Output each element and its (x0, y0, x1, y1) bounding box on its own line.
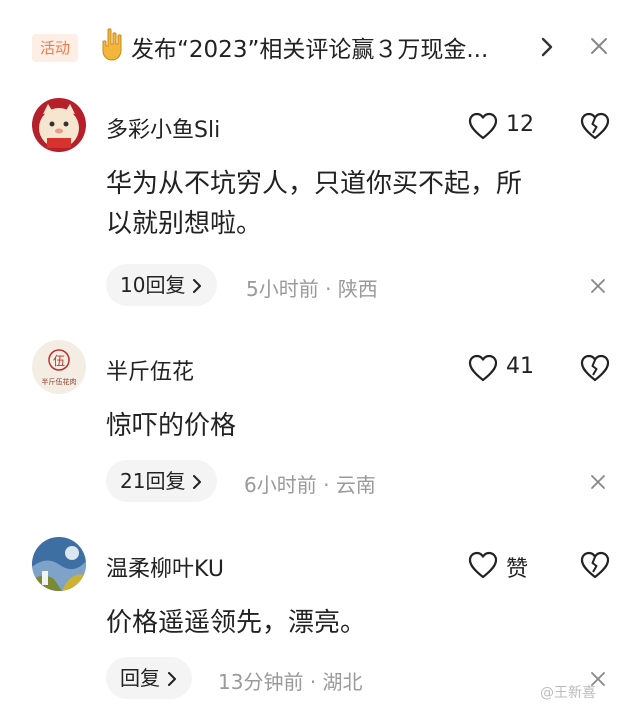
meta-separator: · (309, 670, 317, 694)
comment-text: 华为从不坑穷人，只道你买不起，所 以就别想啦。 (106, 164, 606, 244)
reply-button[interactable]: 回复 (106, 657, 192, 699)
comment-meta: 13分钟前 · 湖北 (218, 666, 363, 695)
chevron-right-icon (193, 279, 202, 293)
avatar-logo-char: 伍 (53, 354, 65, 368)
avatar[interactable]: 伍 半斤伍花肉 (32, 340, 86, 394)
comment-text-line: 以就别想啦。 (106, 209, 263, 239)
meta-separator: · (325, 277, 332, 301)
comment-text-line: 华为从不坑穷人，只道你买不起，所 (106, 169, 523, 199)
avatar-logo-text: 半斤伍花肉 (42, 377, 77, 386)
heart-outline-icon[interactable] (468, 551, 498, 579)
meta-separator: · (323, 473, 330, 497)
cat-avatar-icon (32, 98, 86, 152)
heart-outline-icon[interactable] (468, 112, 498, 140)
brand-logo-avatar-icon: 伍 半斤伍花肉 (32, 340, 86, 394)
avatar[interactable] (32, 98, 86, 152)
reply-label: 10回复 (120, 273, 186, 297)
comment-location: 云南 (335, 473, 376, 497)
heart-outline-icon[interactable] (468, 354, 498, 382)
username[interactable]: 温柔柳叶KU (106, 551, 224, 583)
activity-banner[interactable]: 活动 发布“2023”相关评论赢３万现金... (0, 22, 640, 74)
like-count: 41 (506, 354, 534, 379)
broken-heart-icon[interactable] (580, 551, 610, 579)
comment-time: 13分钟前 (218, 670, 304, 694)
comment-meta: 6小时前 · 云南 (244, 469, 376, 498)
comment-location: 湖北 (322, 670, 363, 694)
chevron-right-icon[interactable] (538, 36, 556, 58)
comment-text-line: 价格遥遥领先，漂亮。 (106, 608, 367, 638)
banner-text: 发布“2023”相关评论赢３万现金... (131, 37, 489, 63)
reply-label: 21回复 (120, 469, 186, 493)
comment-text: 价格遥遥领先，漂亮。 (106, 603, 606, 643)
comment-time: 6小时前 (244, 473, 317, 497)
activity-tag: 活动 (32, 34, 79, 62)
close-icon[interactable] (590, 37, 608, 55)
reply-button[interactable]: 21回复 (106, 460, 218, 502)
username[interactable]: 半斤伍花 (106, 354, 194, 386)
comment-text-line: 惊吓的价格 (106, 411, 237, 441)
pointing-down-hand-icon (102, 28, 122, 61)
watermark: @王新喜 (540, 685, 596, 701)
comment-text: 惊吓的价格 (106, 406, 606, 446)
comment-meta: 5小时前 · 陕西 (246, 273, 378, 302)
like-label: 赞 (506, 557, 529, 582)
broken-heart-icon[interactable] (580, 112, 610, 140)
close-icon[interactable] (590, 474, 606, 490)
avatar[interactable] (32, 537, 86, 591)
username[interactable]: 多彩小鱼Sli (106, 112, 220, 144)
comment-time: 5小时前 (246, 277, 319, 301)
like-count: 12 (506, 112, 534, 137)
comment-location: 陕西 (337, 277, 378, 301)
close-icon[interactable] (590, 278, 606, 294)
reply-label: 回复 (120, 666, 160, 690)
reply-button[interactable]: 10回复 (106, 264, 218, 306)
broken-heart-icon[interactable] (580, 354, 610, 382)
comments-page: 活动 发布“2023”相关评论赢３万现金... 多彩小鱼Sli 12 华为从不坑… (0, 0, 640, 715)
chevron-right-icon (168, 672, 176, 686)
landscape-avatar-icon (32, 537, 86, 591)
chevron-right-icon (193, 475, 202, 489)
